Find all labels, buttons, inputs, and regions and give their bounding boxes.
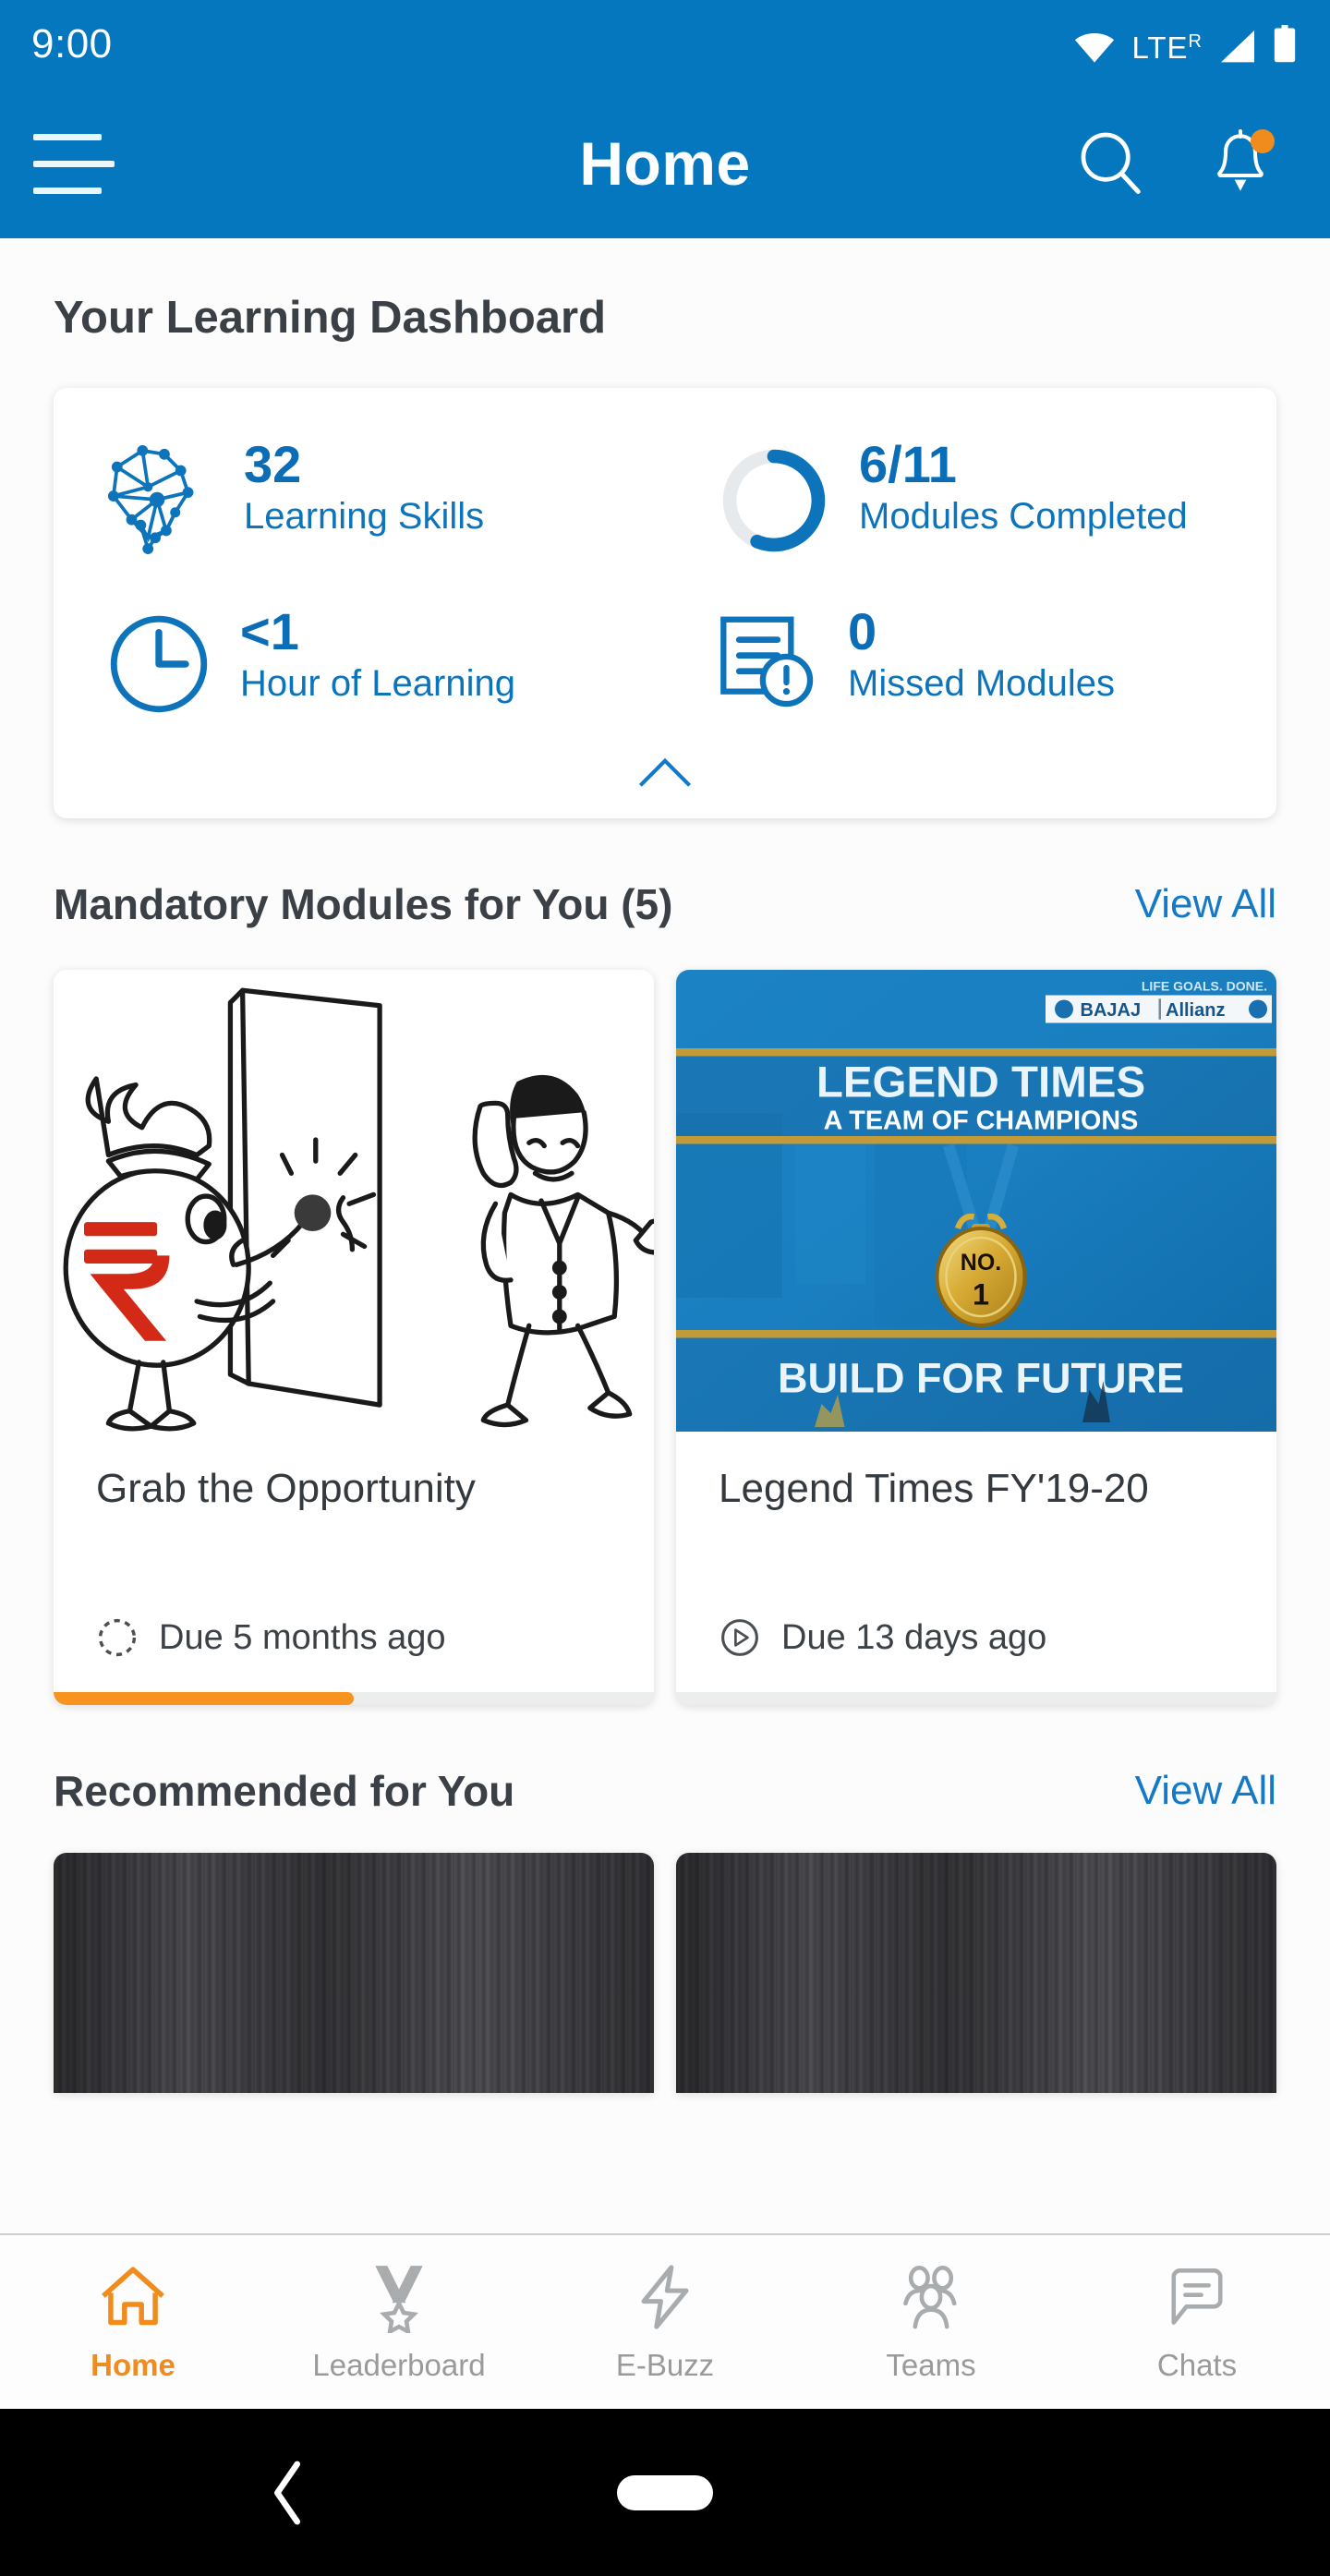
recommended-cards-row	[0, 1816, 1330, 2093]
chevron-up-icon	[638, 757, 692, 787]
nav-item-teams[interactable]: Teams	[798, 2261, 1064, 2383]
stat-label: Hour of Learning	[240, 663, 515, 705]
stat-learning-skills[interactable]: 32 Learning Skills	[54, 435, 665, 562]
skills-network-icon	[105, 443, 216, 561]
main-content: Your Learning Dashboard 32 Learning Skil…	[0, 238, 1330, 2233]
nav-label: Leaderboard	[312, 2348, 486, 2382]
view-all-mandatory-link[interactable]: View All	[1135, 881, 1276, 927]
stat-value: <1	[240, 602, 299, 660]
poster-footer: BUILD FOR FUTURE	[778, 1355, 1184, 1402]
poster-tagline: LIFE GOALS. DONE.	[1142, 979, 1267, 994]
module-title: Legend Times FY'19-20	[719, 1466, 1149, 1511]
learning-dashboard-card: 32 Learning Skills 6/11 Modules Complete…	[54, 388, 1276, 818]
home-pill-icon[interactable]	[617, 2474, 713, 2510]
module-progress-track	[54, 1692, 654, 1705]
section-title: Mandatory Modules for You (5)	[54, 880, 673, 928]
recommended-card[interactable]	[676, 1853, 1276, 2093]
notifications-button[interactable]	[1204, 127, 1276, 200]
nav-item-chats[interactable]: Chats	[1064, 2261, 1330, 2383]
recommended-card[interactable]	[54, 1853, 654, 2093]
clock-icon	[105, 611, 212, 722]
chat-bubble-icon	[1171, 2268, 1223, 2325]
dashed-circle-icon	[98, 1618, 137, 1657]
home-icon	[102, 2267, 164, 2326]
poster-medal-top: NO.	[961, 1250, 1001, 1276]
poster-medal-bottom: 1	[973, 1278, 989, 1312]
stat-label: Modules Completed	[859, 496, 1188, 538]
stat-value: 0	[848, 602, 877, 660]
recommended-header: Recommended for You View All	[0, 1705, 1330, 1816]
bottom-navigation: Home Leaderboard E-Buzz Teams Chats	[0, 2233, 1330, 2409]
stat-modules-completed[interactable]: 6/11 Modules Completed	[665, 435, 1276, 562]
app-bar-actions	[1075, 127, 1276, 200]
module-thumbnail-legend-times: LIFE GOALS. DONE. BAJAJ Allianz LEGEND T…	[676, 970, 1276, 1432]
module-due-text: Due 13 days ago	[781, 1617, 1047, 1657]
search-icon	[1081, 132, 1141, 194]
nav-label: Home	[91, 2348, 175, 2382]
status-icons: LTER	[1074, 25, 1297, 65]
mandatory-modules-header: Mandatory Modules for You (5) View All	[0, 818, 1330, 929]
nav-item-ebuzz[interactable]: E-Buzz	[532, 2261, 798, 2383]
signal-icon	[1221, 30, 1254, 63]
lightning-icon	[641, 2265, 689, 2329]
search-button[interactable]	[1075, 127, 1147, 200]
module-card-body: Grab the Opportunity Due 5 months ago	[54, 1432, 654, 1692]
dashboard-heading: Your Learning Dashboard	[54, 293, 607, 343]
status-bar: 9:00 LTER	[0, 0, 1330, 89]
module-card[interactable]: LIFE GOALS. DONE. BAJAJ Allianz LEGEND T…	[676, 970, 1276, 1705]
module-card-body: Legend Times FY'19-20 Due 13 days ago	[676, 1432, 1276, 1692]
network-type-label: LTER	[1131, 30, 1203, 65]
android-system-nav	[0, 2409, 1330, 2576]
stats-row-2: <1 Hour of Learning 0 Missed Modules	[54, 602, 1276, 722]
module-thumbnail-money-bag	[54, 970, 654, 1432]
roaming-indicator: R	[1188, 31, 1203, 52]
nav-label: Teams	[886, 2348, 976, 2382]
phone-screen: 9:00 LTER Home Your Learning Dashboard 3…	[0, 0, 1330, 2576]
view-all-recommended-link[interactable]: View All	[1135, 1768, 1276, 1814]
progress-ring-icon	[717, 443, 831, 562]
medal-icon	[375, 2266, 423, 2333]
missed-document-icon	[717, 611, 820, 719]
mandatory-cards-row: Grab the Opportunity Due 5 months ago LI…	[0, 929, 1330, 1705]
nav-label: E-Buzz	[615, 2348, 715, 2382]
stat-label: Missed Modules	[848, 663, 1116, 705]
module-due: Due 5 months ago	[96, 1616, 611, 1659]
module-due-text: Due 5 months ago	[159, 1617, 446, 1657]
module-progress-track	[676, 1692, 1276, 1705]
stat-missed-modules[interactable]: 0 Missed Modules	[665, 602, 1276, 722]
poster-subhead: A TEAM OF CHAMPIONS	[824, 1107, 1139, 1136]
svg-text:Allianz: Allianz	[1166, 1000, 1225, 1021]
notification-badge-dot	[1251, 129, 1275, 153]
stat-value: 32	[244, 435, 302, 493]
nav-label: Chats	[1156, 2348, 1238, 2382]
stats-row-1: 32 Learning Skills 6/11 Modules Complete…	[54, 435, 1276, 562]
status-time: 9:00	[31, 21, 113, 67]
wifi-icon	[1075, 33, 1115, 63]
people-icon	[903, 2266, 957, 2329]
module-due: Due 13 days ago	[719, 1616, 1234, 1659]
poster-brand: BAJAJ	[1081, 1000, 1142, 1021]
module-progress-fill	[54, 1692, 354, 1705]
module-title: Grab the Opportunity	[96, 1466, 476, 1511]
play-circle-icon	[721, 1619, 758, 1656]
module-card[interactable]: Grab the Opportunity Due 5 months ago	[54, 970, 654, 1705]
poster-headline: LEGEND TIMES	[816, 1058, 1145, 1107]
section-title: Recommended for You	[54, 1767, 515, 1815]
stat-hours-learning[interactable]: <1 Hour of Learning	[54, 602, 665, 722]
stat-value: 6/11	[859, 435, 957, 493]
battery-icon	[1274, 25, 1296, 63]
stat-label: Learning Skills	[244, 496, 485, 538]
collapse-dashboard-button[interactable]	[54, 756, 1276, 791]
nav-item-leaderboard[interactable]: Leaderboard	[266, 2261, 532, 2383]
back-chevron-icon[interactable]	[268, 2461, 308, 2525]
app-bar: Home	[0, 89, 1330, 238]
nav-item-home[interactable]: Home	[0, 2261, 266, 2383]
